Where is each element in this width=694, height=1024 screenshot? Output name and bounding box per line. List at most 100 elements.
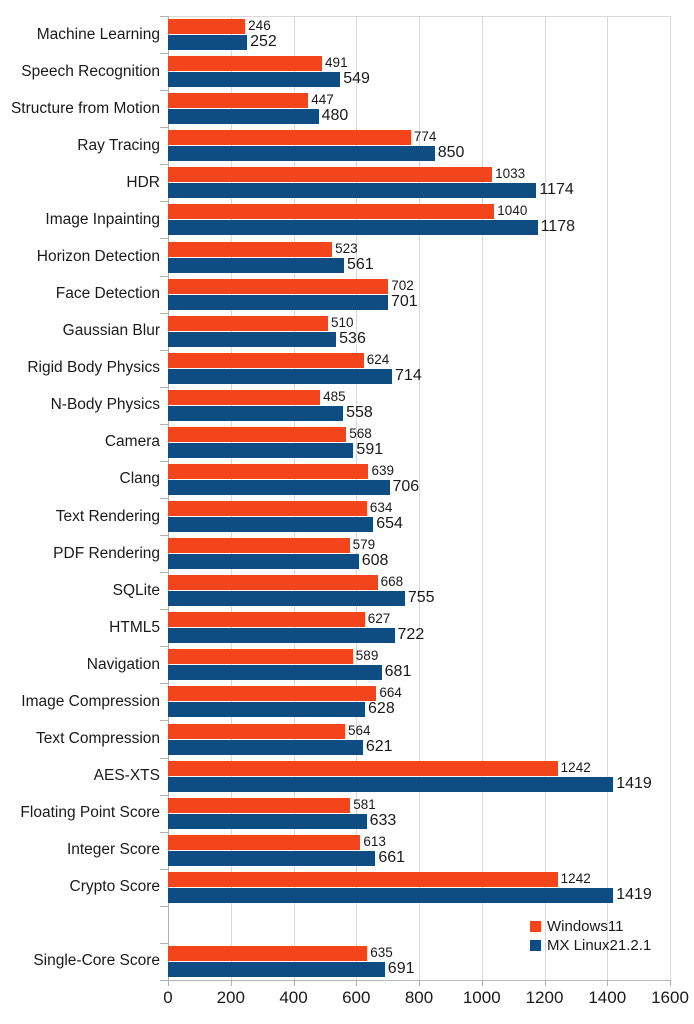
category-label: Text Compression (35, 730, 160, 747)
plot-area: 246 252 491 549 447 480 774 850 1033 1174 1040 1178… (168, 16, 671, 980)
x-tick-mark (419, 980, 420, 986)
category-tick-mark (160, 795, 168, 796)
bar-mx-linux21-2-1 (168, 257, 344, 273)
bar-value-label: 568 (349, 425, 372, 441)
bar-value-label: 627 (367, 611, 391, 627)
bar-group: 774 850 (168, 129, 670, 162)
bar-windows11 (168, 241, 333, 257)
bar-group: 1242 1419 (168, 761, 670, 792)
category-tick-mark (160, 832, 168, 833)
bar-group: 613 661 (168, 835, 670, 866)
category-label: Single-Core Score (33, 952, 160, 970)
bar-group: 1040 1178 (168, 203, 670, 236)
bar-value-label: 1040 (497, 203, 528, 219)
bar-mx-linux21-2-1 (168, 850, 376, 866)
bar-mx-linux21-2-1 (168, 72, 341, 88)
category-tick-mark (160, 943, 168, 944)
bar-group: 510 536 (168, 316, 670, 347)
bar-value-label: 639 (371, 462, 395, 478)
bar-group: 581 633 (168, 798, 670, 829)
x-tick-mark (670, 980, 671, 986)
bar-mx-linux21-2-1 (168, 702, 366, 718)
bar-value-label: 664 (379, 685, 402, 701)
bar-value-label: 558 (346, 403, 373, 421)
bar-windows11 (168, 426, 347, 442)
bar-value-label: 485 (323, 388, 346, 404)
bar-windows11 (168, 871, 558, 887)
bar-mx-linux21-2-1 (168, 368, 393, 384)
bar-group: 589 681 (168, 649, 670, 681)
bar-mx-linux21-2-1 (168, 739, 363, 755)
bar-value-label: 536 (339, 329, 366, 347)
category-tick-mark (160, 683, 168, 684)
category-tick-mark (160, 906, 168, 907)
category-tick-mark (160, 498, 168, 499)
bar-value-label: 681 (384, 663, 412, 681)
category-tick-mark (160, 313, 168, 314)
bar-value-label: 608 (361, 552, 389, 570)
bar-windows11 (168, 389, 321, 405)
bar-value-label: 755 (407, 589, 435, 607)
bar-group: 568 591 (168, 427, 670, 458)
bar-value-label: 1033 (495, 166, 526, 182)
category-tick-mark (160, 869, 168, 870)
bar-value-label: 661 (378, 848, 406, 866)
bar-mx-linux21-2-1 (168, 220, 538, 236)
category-tick-mark (160, 350, 168, 351)
legend-entry[interactable]: Windows11 (530, 919, 651, 934)
x-tick-mark (293, 980, 295, 986)
bar-windows11 (168, 575, 378, 591)
bar-value-label: 480 (321, 107, 349, 125)
bar-value-label: 774 (413, 129, 437, 145)
bar-mx-linux21-2-1 (168, 294, 388, 310)
x-tick-mark (607, 980, 609, 986)
category-label: Horizon Detection (36, 248, 160, 265)
x-tick-label: 200 (216, 988, 245, 1007)
category-tick-mark (160, 572, 168, 573)
bar-value-label: 491 (325, 55, 348, 71)
legend-swatch-icon (530, 921, 541, 932)
legend-swatch-icon (530, 940, 541, 951)
category-label: Integer Score (66, 841, 160, 859)
category-tick-mark (160, 424, 168, 425)
bar-value-label: 668 (380, 574, 404, 590)
bar-mx-linux21-2-1 (168, 331, 337, 347)
bar-windows11 (168, 649, 353, 665)
bar-windows11 (168, 93, 309, 109)
bar-value-label: 714 (395, 366, 422, 384)
bar-group: 246 252 (168, 19, 670, 51)
bar-windows11 (168, 167, 493, 183)
category-tick-mark (160, 646, 168, 647)
category-tick-mark (160, 609, 168, 610)
bar-mx-linux21-2-1 (168, 405, 344, 421)
legend-entry[interactable]: MX Linux21.2.1 (530, 938, 651, 953)
bar-value-label: 1242 (560, 759, 591, 775)
bar-mx-linux21-2-1 (168, 442, 354, 458)
bar-value-label: 591 (356, 440, 384, 458)
category-label: Image Inpainting (45, 210, 160, 228)
bar-value-label: 722 (397, 626, 425, 644)
bar-value-label: 581 (353, 796, 376, 812)
category-tick-mark (160, 90, 168, 91)
category-tick-mark (160, 127, 168, 128)
chart-legend: Windows11 MX Linux21.2.1 (530, 919, 651, 953)
category-tick-mark (160, 16, 168, 17)
benchmark-bar-chart: 246 252 491 549 447 480 774 850 1033 1174 1040 1178… (0, 0, 694, 1024)
bar-mx-linux21-2-1 (168, 665, 382, 681)
bar-group: 491 549 (168, 55, 670, 88)
category-label: Floating Point Score (20, 804, 160, 822)
bar-windows11 (168, 834, 361, 850)
bar-windows11 (168, 315, 328, 331)
bar-value-label: 579 (352, 537, 376, 553)
bar-mx-linux21-2-1 (168, 776, 614, 792)
category-label: Rigid Body Physics (27, 359, 160, 377)
bar-value-label: 701 (390, 292, 418, 310)
bar-windows11 (168, 612, 365, 628)
category-label: Ray Tracing (77, 136, 160, 154)
bar-value-label: 635 (370, 944, 393, 960)
bar-windows11 (168, 204, 495, 220)
bar-value-label: 252 (250, 33, 277, 51)
bar-group: 1033 1174 (168, 166, 670, 199)
legend-label: MX Linux21.2.1 (547, 937, 652, 954)
x-tick-label: 1400 (588, 988, 627, 1007)
